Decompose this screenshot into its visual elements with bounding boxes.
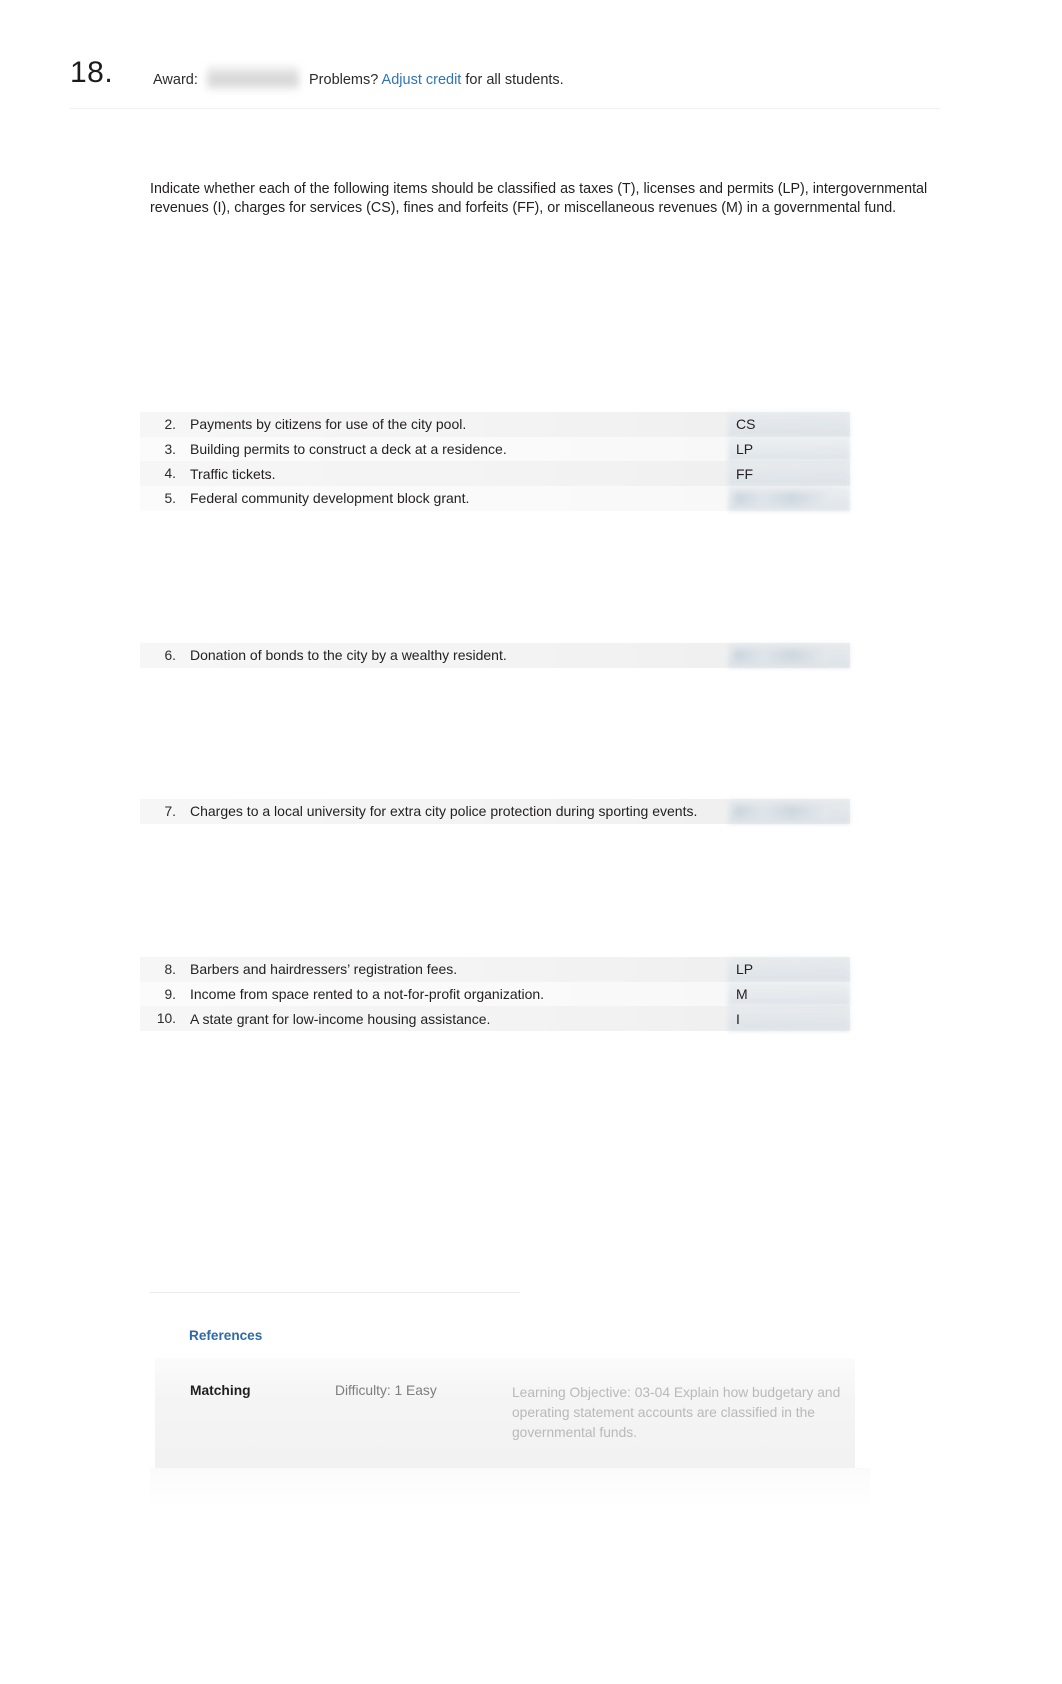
row-answer-cell[interactable]: LP	[728, 436, 850, 462]
row-answer-cell[interactable]: CS	[728, 412, 850, 437]
row-number: 10.	[156, 1011, 176, 1027]
difficulty-label: Difficulty: 1 Easy	[335, 1383, 437, 1398]
row-number: 2.	[164, 416, 176, 432]
question-type-label: Matching	[190, 1383, 251, 1398]
row-number: 6.	[164, 647, 176, 663]
matching-group-3: 7. Charges to a local university for extr…	[140, 799, 850, 824]
table-row: 8. Barbers and hairdressers’ registration…	[140, 957, 850, 982]
table-row: 9. Income from space rented to a not-for-…	[140, 981, 850, 1007]
award-value-redacted	[207, 66, 299, 90]
row-answer-value: LP	[736, 441, 754, 458]
table-row: 2. Payments by citizens for use of the ci…	[140, 412, 850, 437]
row-number: 5.	[164, 490, 176, 506]
row-answer-cell[interactable]	[728, 643, 850, 668]
row-number: 8.	[164, 961, 176, 977]
row-answer-cell[interactable]	[728, 799, 850, 824]
adjust-credit-link[interactable]: Adjust credit	[382, 72, 462, 88]
row-answer-cell[interactable]: FF	[728, 461, 850, 487]
table-row: 7. Charges to a local university for extr…	[140, 799, 850, 824]
row-answer-value: FF	[736, 465, 754, 482]
references-link[interactable]: References	[189, 1328, 262, 1343]
problems-notice: Problems? Adjust credit for all students…	[309, 72, 564, 88]
row-answer-cell[interactable]: LP	[728, 957, 850, 982]
question-header: 18. Award: Problems? Adjust credit for a…	[70, 56, 990, 106]
table-row: 3. Building permits to construct a deck a…	[140, 436, 850, 462]
row-answer-redacted	[734, 491, 830, 505]
row-answer-background	[728, 1006, 850, 1032]
table-row: 5. Federal community development block gr…	[140, 486, 850, 511]
row-answer-value: LP	[736, 961, 754, 978]
row-answer-value: M	[736, 986, 748, 1003]
row-number: 3.	[164, 441, 176, 457]
table-row: 10. A state grant for low-income housing …	[140, 1006, 850, 1032]
row-answer-redacted	[734, 648, 830, 662]
problems-suffix: for all students.	[465, 72, 564, 88]
question-page: 18. Award: Problems? Adjust credit for a…	[0, 0, 1062, 1684]
question-number: 18.	[70, 56, 114, 89]
matching-group-4: 8. Barbers and hairdressers’ registration…	[140, 957, 850, 1032]
instructions-text: Indicate whether each of the following i…	[150, 181, 928, 216]
footer-divider	[150, 1292, 520, 1293]
matching-group-1: 2. Payments by citizens for use of the ci…	[140, 412, 850, 511]
award-label: Award:	[153, 72, 198, 88]
row-number: 7.	[164, 803, 176, 819]
matching-group-2: 6. Donation of bonds to the city by a wea…	[140, 643, 850, 668]
row-number: 9.	[164, 986, 176, 1002]
question-metadata: Matching Difficulty: 1 Easy Learning Obj…	[155, 1358, 855, 1468]
table-row: 6. Donation of bonds to the city by a wea…	[140, 643, 850, 668]
row-answer-cell[interactable]: M	[728, 981, 850, 1007]
row-answer-redacted	[734, 804, 830, 818]
learning-objective-label: Learning Objective: 03-04 Explain how bu…	[512, 1385, 841, 1440]
row-answer-value: I	[736, 1010, 740, 1027]
row-answer-cell[interactable]: I	[728, 1006, 850, 1032]
problems-prefix: Problems?	[309, 72, 379, 88]
bottom-fade	[150, 1468, 870, 1508]
header-divider	[70, 108, 940, 109]
table-row: 4. Traffic tickets. FF	[140, 461, 850, 487]
row-number: 4.	[164, 466, 176, 482]
row-answer-cell[interactable]	[728, 486, 850, 511]
row-answer-value: CS	[736, 416, 756, 433]
